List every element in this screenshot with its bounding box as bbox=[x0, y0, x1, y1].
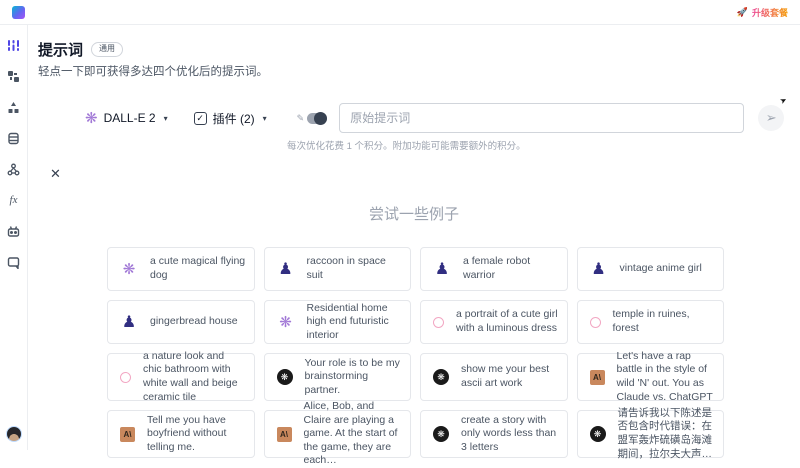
example-card[interactable]: ♟ raccoon in space suit bbox=[264, 247, 412, 291]
example-card[interactable]: ♟ a female robot warrior bbox=[420, 247, 568, 291]
example-card-text: a nature look and chic bathroom with whi… bbox=[143, 350, 246, 405]
example-card[interactable]: A\ Tell me you have boyfriend without tel… bbox=[107, 410, 255, 458]
prompt-input[interactable] bbox=[339, 103, 744, 133]
page-subtitle: 轻点一下即可获得多达四个优化后的提示词。 bbox=[38, 63, 268, 79]
anthropic-icon: A\ bbox=[120, 427, 135, 442]
plugins-checkbox[interactable]: ✓ bbox=[194, 112, 207, 125]
example-card[interactable]: a nature look and chic bathroom with whi… bbox=[107, 353, 255, 401]
plugins-label: 插件 (2) bbox=[213, 110, 255, 127]
plugins-selector[interactable]: ✓ 插件 (2) ▾ bbox=[194, 110, 267, 127]
example-card-text: Residential home high end futuristic int… bbox=[307, 302, 403, 343]
pawn-icon: ♟ bbox=[590, 259, 608, 279]
title-badge: 通用 bbox=[91, 42, 123, 56]
model-selector[interactable]: ❋ DALL-E 2 ▾ bbox=[85, 111, 168, 126]
example-card[interactable]: ❋请告诉我以下陈述是否包含时代错误：在盟军轰炸硫磺岛海滩期间，拉尔夫大声… bbox=[577, 410, 725, 458]
sidebar-item-share-nodes[interactable] bbox=[6, 161, 22, 177]
example-card-text: gingerbread house bbox=[150, 315, 238, 329]
example-card[interactable]: ❋ Residential home high end futuristic in… bbox=[264, 300, 412, 344]
example-card[interactable]: ♟ vintage anime girl bbox=[577, 247, 725, 291]
auto-toggle[interactable] bbox=[307, 113, 327, 124]
example-card-text: Alice, Bob, and Claire are playing a gam… bbox=[304, 400, 403, 468]
app-logo[interactable] bbox=[12, 6, 25, 19]
credits-note: 每次优化花费 1 个积分。附加功能可能需要额外的积分。 bbox=[287, 138, 526, 152]
example-card-text: 请告诉我以下陈述是否包含时代错误：在盟军轰炸硫磺岛海滩期间，拉尔夫大声… bbox=[618, 407, 716, 462]
example-card[interactable]: ❋ a cute magical flying dog bbox=[107, 247, 255, 291]
auto-toggle-group: ✎ bbox=[297, 113, 328, 124]
example-card-text: temple in ruines, forest bbox=[613, 308, 716, 335]
sidebar-item-hierarchy[interactable] bbox=[6, 99, 22, 115]
openai-black-icon: ❋ bbox=[433, 369, 449, 385]
example-card[interactable]: ❋ Your role is to be my brainstorming par… bbox=[264, 353, 412, 401]
example-card-text: show me your best ascii art work bbox=[461, 363, 559, 390]
sidebar-item-workflows[interactable] bbox=[6, 68, 22, 84]
upgrade-plan-label: 升级套餐 bbox=[752, 6, 788, 19]
example-card[interactable]: ❋ create a story with only words less tha… bbox=[420, 410, 568, 458]
example-card-text: create a story with only words less than… bbox=[461, 414, 559, 455]
chevron-down-icon: ▾ bbox=[263, 114, 267, 123]
pencil-icon: ✎ bbox=[297, 113, 305, 124]
anthropic-icon: A\ bbox=[277, 427, 292, 442]
examples-grid: ❋ a cute magical flying dog ♟ raccoon in sp… bbox=[107, 247, 724, 458]
pawn-icon: ♟ bbox=[120, 312, 138, 332]
examples-heading: 尝试一些例子 bbox=[28, 203, 800, 224]
sidebar-item-robot[interactable] bbox=[6, 223, 22, 239]
send-button[interactable]: ➢ bbox=[758, 105, 784, 131]
sidebar: fx bbox=[0, 25, 28, 450]
upgrade-plan-button[interactable]: 🚀 升级套餐 bbox=[737, 6, 788, 19]
main-content: 提示词 通用 轻点一下即可获得多达四个优化后的提示词。 ❋ DALL-E 2 ▾… bbox=[28, 25, 800, 450]
pink-ring-icon bbox=[590, 317, 601, 328]
example-card[interactable]: A\Alice, Bob, and Claire are playing a g… bbox=[264, 410, 412, 458]
example-card[interactable]: A\Let's have a rap battle in the style o… bbox=[577, 353, 725, 401]
openai-purple-icon: ❋ bbox=[120, 260, 138, 278]
top-bar: 🚀 升级套餐 bbox=[0, 0, 800, 25]
chevron-down-icon: ▾ bbox=[164, 114, 168, 123]
sidebar-item-chat[interactable] bbox=[6, 254, 22, 270]
example-card-text: Your role is to be my brainstorming part… bbox=[305, 357, 403, 398]
anthropic-icon: A\ bbox=[590, 370, 605, 385]
openai-purple-icon: ❋ bbox=[277, 313, 295, 331]
example-card[interactable]: ♟ gingerbread house bbox=[107, 300, 255, 344]
example-card-text: vintage anime girl bbox=[620, 262, 702, 276]
sidebar-item-functions[interactable]: fx bbox=[6, 192, 22, 208]
example-card-text: Let's have a rap battle in the style of … bbox=[617, 350, 716, 405]
user-avatar[interactable] bbox=[6, 426, 22, 442]
rocket-icon: 🚀 bbox=[737, 7, 748, 18]
example-card-text: Tell me you have boyfriend without telli… bbox=[147, 414, 246, 455]
example-card[interactable]: a portrait of a cute girl with a luminou… bbox=[420, 300, 568, 344]
example-card[interactable]: ❋ show me your best ascii art work bbox=[420, 353, 568, 401]
fx-icon: fx bbox=[10, 194, 18, 206]
model-label: DALL-E 2 bbox=[104, 111, 156, 125]
pawn-icon: ♟ bbox=[433, 259, 451, 279]
openai-icon: ❋ bbox=[85, 111, 98, 126]
openai-black-icon: ❋ bbox=[433, 426, 449, 442]
sidebar-item-database[interactable] bbox=[6, 130, 22, 146]
openai-black-icon: ❋ bbox=[590, 426, 606, 442]
example-card-text: raccoon in space suit bbox=[307, 255, 403, 282]
pink-ring-icon bbox=[120, 372, 131, 383]
example-card-text: a cute magical flying dog bbox=[150, 255, 246, 282]
pink-ring-icon bbox=[433, 317, 444, 328]
openai-black-icon: ❋ bbox=[277, 369, 293, 385]
toolbar: ❋ DALL-E 2 ▾ ✓ 插件 (2) ▾ ✎ ➢ ➤ bbox=[85, 103, 784, 133]
close-icon[interactable]: ✕ bbox=[50, 166, 61, 182]
sidebar-item-prompts[interactable] bbox=[6, 37, 22, 53]
example-card-text: a portrait of a cute girl with a luminou… bbox=[456, 308, 559, 335]
paper-plane-icon: ➤ bbox=[778, 95, 788, 106]
example-card-text: a female robot warrior bbox=[463, 255, 559, 282]
page-title: 提示词 bbox=[38, 39, 83, 60]
example-card[interactable]: temple in ruines, forest bbox=[577, 300, 725, 344]
pawn-icon: ♟ bbox=[277, 259, 295, 279]
